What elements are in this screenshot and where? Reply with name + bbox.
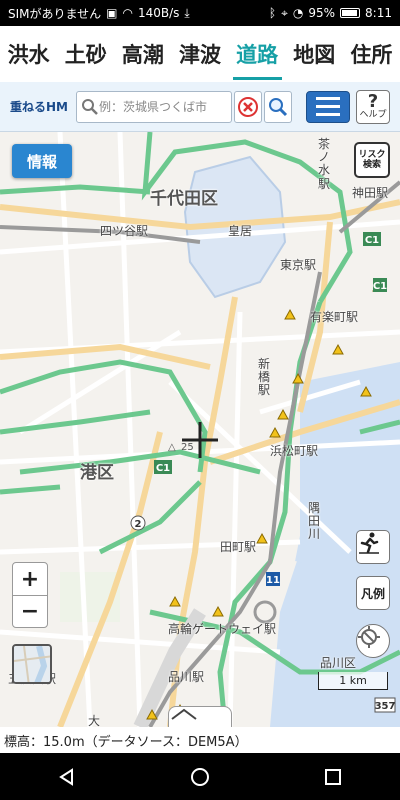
label-sumidagawa: 隅田川 <box>308 501 321 542</box>
zoom-control: + − <box>12 562 48 628</box>
tab-tsunami[interactable]: 津波 <box>171 26 228 82</box>
back-icon[interactable] <box>57 767 77 787</box>
map-canvas: C1 C1 C1 2 11 357 △ 25 <box>0 132 400 727</box>
no-sim-icon: ▣ <box>106 6 118 20</box>
expand-panel-button[interactable] <box>168 706 232 727</box>
home-icon[interactable] <box>190 767 210 787</box>
clear-icon <box>238 96 258 117</box>
system-nav-bar <box>0 753 400 800</box>
current-location-button[interactable] <box>356 624 390 658</box>
tab-flood[interactable]: 洪水 <box>0 26 57 82</box>
label-shinagawa: 品川駅 <box>168 670 205 684</box>
clear-search-button[interactable] <box>234 90 262 123</box>
label-yurakucho: 有楽町駅 <box>310 310 359 324</box>
search-icon <box>82 98 98 115</box>
overlay-hazard-map-link[interactable]: 重ねるHM <box>10 98 76 115</box>
battery-icon <box>340 8 361 18</box>
route-c1-right: C1 <box>373 281 387 292</box>
carrier-text: SIMがありません <box>8 6 102 21</box>
search-button[interactable] <box>264 90 292 123</box>
menu-icon <box>316 97 340 100</box>
recents-icon[interactable] <box>323 767 343 787</box>
zoom-out-button[interactable]: − <box>13 595 47 627</box>
location-target-icon <box>358 626 380 648</box>
mini-map-icon <box>14 646 50 682</box>
map-view[interactable]: C1 C1 C1 2 11 357 △ 25 千代田区 港区 四ツ谷駅 皇居 東… <box>0 132 400 727</box>
location-icon: ⌖ <box>281 5 288 20</box>
magnifier-icon <box>269 97 288 116</box>
legend-button[interactable]: 凡例 <box>356 576 390 610</box>
label-tokyo-station: 東京駅 <box>280 258 317 272</box>
route-357: 357 <box>375 701 396 712</box>
label-yotsuya: 四ツ谷駅 <box>100 224 149 238</box>
network-speed: 140B/s <box>137 6 180 20</box>
chevron-up-icon <box>171 708 197 720</box>
menu-button[interactable] <box>306 90 350 123</box>
label-hamamatsucho: 浜松町駅 <box>270 444 319 458</box>
label-tamachi: 田町駅 <box>220 540 257 554</box>
label-kanda: 神田駅 <box>352 186 389 200</box>
bluetooth-icon: ᛒ <box>268 6 277 20</box>
route-11: 11 <box>266 575 280 586</box>
tab-address[interactable]: 住所 <box>343 26 400 82</box>
label-chanosui: 茶ノ水駅 <box>318 137 331 191</box>
risk-search-button[interactable]: リスク検索 <box>354 142 390 178</box>
label-dai: 大 <box>88 714 101 727</box>
hazard-tabs: 洪水 土砂 高潮 津波 道路 地図 住所 <box>0 26 400 82</box>
alarm-icon: ◔ <box>292 6 304 20</box>
question-icon: ? <box>367 91 379 112</box>
search-input[interactable] <box>99 99 229 114</box>
tab-road[interactable]: 道路 <box>229 26 286 82</box>
label-minato: 港区 <box>80 463 114 483</box>
svg-text:△: △ <box>168 442 176 453</box>
tab-storm-surge[interactable]: 高潮 <box>114 26 171 82</box>
route-2: 2 <box>135 519 142 530</box>
zoom-in-button[interactable]: + <box>13 563 47 595</box>
running-person-icon <box>359 532 379 554</box>
tab-map[interactable]: 地図 <box>286 26 343 82</box>
wifi-icon: ◠ <box>122 6 133 20</box>
clock: 8:11 <box>365 6 392 20</box>
walk-mode-button[interactable] <box>356 530 390 564</box>
status-bar: SIMがありません ▣ ◠ 140B/s ⤓ ᛒ ⌖ ◔ 95% 8:11 <box>0 0 400 26</box>
battery-percent: 95% <box>308 6 336 20</box>
label-shinagawa-ward: 品川区 <box>320 656 357 670</box>
info-button[interactable]: 情報 <box>12 144 72 178</box>
search-field <box>76 90 232 123</box>
label-kokyo: 皇居 <box>228 224 253 238</box>
elevation-point-label: 25 <box>181 442 194 453</box>
download-icon: ⤓ <box>184 5 190 20</box>
label-chiyoda: 千代田区 <box>150 189 218 209</box>
elevation-readout: 標高：15.0m（データソース：DEM5A） <box>0 727 400 753</box>
route-c1-left: C1 <box>156 463 170 474</box>
search-bar: 重ねるHM ? ヘルプ <box>0 82 400 132</box>
label-shimbashi: 新橋駅 <box>258 357 271 398</box>
base-map-switcher[interactable] <box>12 644 52 684</box>
label-takanawa-gateway: 高輪ゲートウェイ駅 <box>168 622 277 636</box>
help-label: ヘルプ <box>359 110 387 120</box>
tab-landslide[interactable]: 土砂 <box>57 26 114 82</box>
route-c1-top: C1 <box>365 235 379 246</box>
scale-bar: 1 km <box>318 672 388 690</box>
help-button[interactable]: ? ヘルプ <box>356 89 390 124</box>
